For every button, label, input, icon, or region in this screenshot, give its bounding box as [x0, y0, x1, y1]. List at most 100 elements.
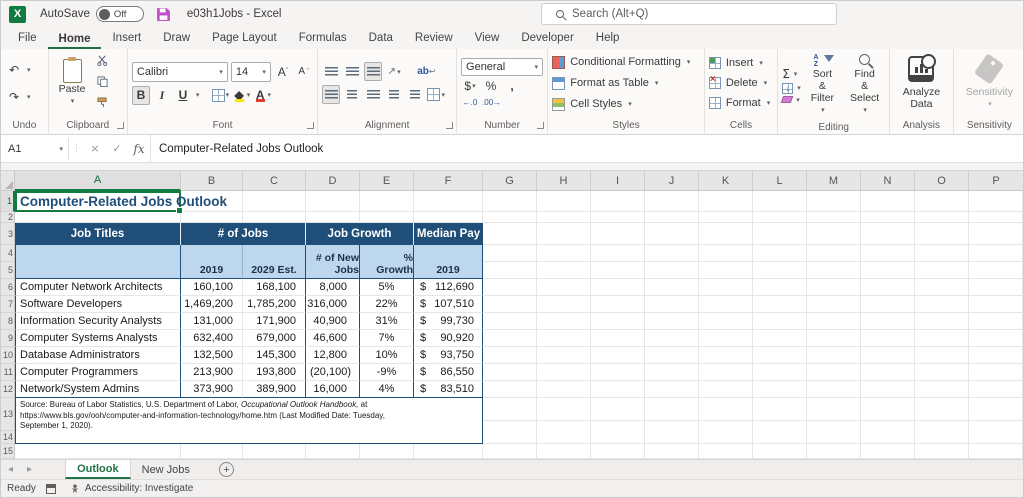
- row-header-9[interactable]: 9: [1, 330, 15, 347]
- empty-cells[interactable]: [483, 296, 1023, 313]
- insert-function-button[interactable]: fx: [128, 142, 150, 156]
- empty-cells[interactable]: [483, 381, 1023, 398]
- subheader-pay-2019[interactable]: 2019: [414, 245, 483, 279]
- format-painter-button[interactable]: [97, 95, 108, 113]
- tab-help[interactable]: Help: [585, 29, 631, 49]
- increase-decimal-button[interactable]: ←.0: [461, 97, 479, 109]
- sheet-next-icon[interactable]: ▸: [20, 464, 39, 475]
- column-header-l[interactable]: L: [753, 171, 807, 191]
- header-job-titles[interactable]: Job Titles: [15, 223, 181, 245]
- cell[interactable]: [306, 191, 360, 212]
- cancel-button[interactable]: ×: [84, 142, 106, 155]
- column-header-p[interactable]: P: [969, 171, 1023, 191]
- tab-developer[interactable]: Developer: [510, 29, 584, 49]
- enter-button[interactable]: ✓: [106, 142, 128, 155]
- row-header-13[interactable]: 13: [1, 398, 15, 431]
- cell-2029[interactable]: 145,300: [243, 347, 306, 364]
- comma-style-button[interactable]: ,: [503, 79, 521, 94]
- cut-button[interactable]: [97, 53, 108, 71]
- undo-button[interactable]: ↶: [5, 60, 23, 79]
- cell[interactable]: [243, 191, 306, 212]
- tab-insert[interactable]: Insert: [101, 29, 152, 49]
- empty-cells[interactable]: [483, 421, 1023, 444]
- empty-cells[interactable]: [483, 223, 1023, 245]
- row-header-14[interactable]: 14: [1, 431, 15, 444]
- cell-job-title[interactable]: Information Security Analysts: [15, 313, 181, 330]
- cell[interactable]: [181, 212, 243, 223]
- cell-job-title[interactable]: Database Administrators: [15, 347, 181, 364]
- empty-cells[interactable]: [483, 262, 1023, 279]
- cell-growth[interactable]: -9%: [360, 364, 414, 381]
- subheader-new-jobs[interactable]: # of New Jobs: [306, 245, 360, 279]
- cell-new-jobs[interactable]: 316,000: [306, 296, 360, 313]
- subheader-2019[interactable]: 2019: [181, 245, 243, 279]
- orientation-button[interactable]: → ▾: [385, 62, 403, 81]
- row-header-11[interactable]: 11: [1, 364, 15, 381]
- cell-pay[interactable]: $90,920: [414, 330, 483, 347]
- cell-new-jobs[interactable]: 40,900: [306, 313, 360, 330]
- cell-new-jobs[interactable]: 16,000: [306, 381, 360, 398]
- cell[interactable]: [181, 444, 243, 459]
- column-header-i[interactable]: I: [591, 171, 645, 191]
- cell-2019[interactable]: 131,000: [181, 313, 243, 330]
- cell[interactable]: [360, 444, 414, 459]
- italic-button[interactable]: I: [153, 86, 171, 105]
- column-header-d[interactable]: D: [306, 171, 360, 191]
- subheader-pct-growth[interactable]: % Growth: [360, 245, 414, 279]
- column-header-f[interactable]: F: [414, 171, 483, 191]
- cell-2019[interactable]: 373,900: [181, 381, 243, 398]
- save-icon[interactable]: [156, 7, 171, 22]
- bold-button[interactable]: B: [131, 85, 150, 105]
- analyze-data-button[interactable]: Analyze Data: [894, 54, 948, 112]
- cell-pay[interactable]: $112,690: [414, 279, 483, 296]
- cell-2019[interactable]: 213,900: [181, 364, 243, 381]
- shrink-font-button[interactable]: Aˇ: [295, 62, 313, 81]
- header-num-jobs[interactable]: # of Jobs: [181, 223, 306, 245]
- cell-growth[interactable]: 4%: [360, 381, 414, 398]
- find-select-button[interactable]: Find & Select ▾: [844, 52, 885, 118]
- row-header-1[interactable]: 1: [1, 191, 15, 212]
- table-header-band[interactable]: Job Titles # of Jobs Job Growth Median P…: [15, 223, 483, 245]
- subheader-2029[interactable]: 2029 Est.: [243, 245, 306, 279]
- cell-job-title[interactable]: Computer Systems Analysts: [15, 330, 181, 347]
- fill-button[interactable]: ↓ ▾: [782, 82, 801, 94]
- sheet-tab-new-jobs[interactable]: New Jobs: [131, 460, 201, 479]
- merge-center-button[interactable]: ▾: [427, 85, 445, 104]
- borders-button[interactable]: ▾: [211, 86, 229, 105]
- row-header-2[interactable]: 2: [1, 212, 15, 223]
- increase-indent-button[interactable]: [406, 85, 424, 104]
- formula-input[interactable]: Computer-Related Jobs Outlook: [150, 135, 1023, 162]
- chevron-down-icon[interactable]: ▾: [196, 91, 200, 99]
- cell-new-jobs[interactable]: 8,000: [306, 279, 360, 296]
- autosave-toggle[interactable]: Off: [95, 6, 144, 22]
- cell-job-title[interactable]: Computer Programmers: [15, 364, 181, 381]
- cell-2019[interactable]: 632,400: [181, 330, 243, 347]
- decrease-decimal-button[interactable]: .00→: [482, 97, 501, 109]
- delete-cells-button[interactable]: Delete▾: [708, 74, 770, 93]
- column-header-j[interactable]: J: [645, 171, 699, 191]
- column-header-e[interactable]: E: [360, 171, 414, 191]
- empty-cells[interactable]: [483, 364, 1023, 381]
- align-center-button[interactable]: [343, 85, 361, 104]
- redo-button[interactable]: ↷: [5, 87, 23, 106]
- empty-cells[interactable]: [483, 212, 1023, 223]
- cell[interactable]: [15, 444, 181, 459]
- cell-styles-button[interactable]: Cell Styles ▾: [552, 94, 690, 114]
- font-color-button[interactable]: A ▾: [253, 86, 271, 105]
- column-header-n[interactable]: N: [861, 171, 915, 191]
- column-header-g[interactable]: G: [483, 171, 537, 191]
- cell-growth[interactable]: 31%: [360, 313, 414, 330]
- accounting-format-button[interactable]: $ ▾: [461, 79, 479, 94]
- excel-logo-icon[interactable]: X: [9, 5, 26, 23]
- row-header-7[interactable]: 7: [1, 296, 15, 313]
- tab-draw[interactable]: Draw: [152, 29, 201, 49]
- cell-2019[interactable]: 160,100: [181, 279, 243, 296]
- align-top-button[interactable]: [322, 62, 340, 81]
- conditional-formatting-button[interactable]: Conditional Formatting ▾: [552, 52, 690, 72]
- insert-cells-button[interactable]: Insert ▾: [708, 54, 770, 73]
- sheet-prev-icon[interactable]: ◂: [1, 464, 20, 475]
- empty-cells[interactable]: [483, 398, 1023, 421]
- cell-job-title[interactable]: Computer Network Architects: [15, 279, 181, 296]
- row-header-12[interactable]: 12: [1, 381, 15, 398]
- sheet-tab-outlook[interactable]: Outlook: [65, 460, 131, 479]
